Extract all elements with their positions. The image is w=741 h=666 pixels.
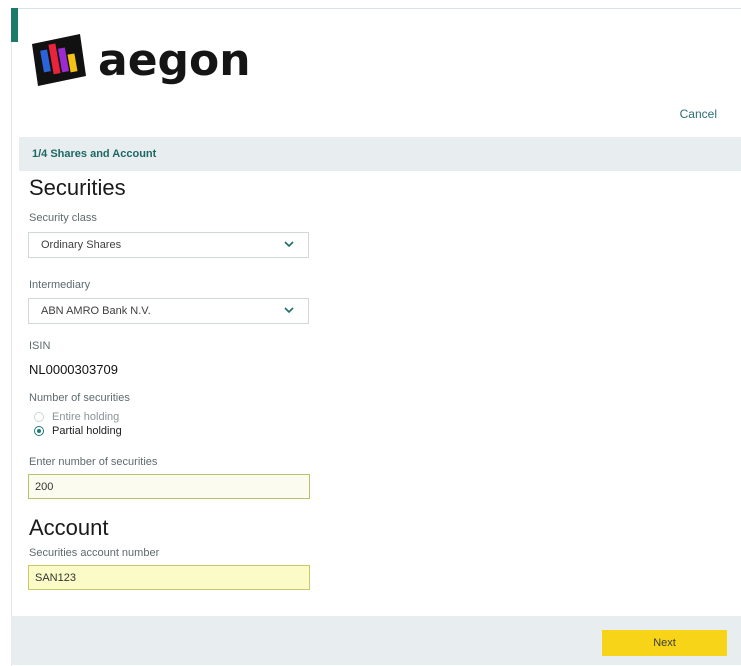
number-of-securities-input[interactable] [28, 474, 310, 499]
aegon-logo-icon [32, 34, 86, 86]
radio-entire-holding[interactable]: Entire holding [34, 411, 119, 423]
number-of-securities-label: Number of securities [29, 392, 130, 404]
security-class-value: Ordinary Shares [41, 239, 122, 251]
account-number-input[interactable] [28, 565, 310, 590]
radio-partial-holding[interactable]: Partial holding [34, 425, 122, 437]
intermediary-label: Intermediary [29, 279, 91, 291]
radio-label: Entire holding [52, 411, 120, 423]
isin-value: NL0000303709 [29, 362, 118, 377]
aegon-logo: aegon [30, 32, 251, 88]
enter-number-label: Enter number of securities [29, 456, 158, 468]
step-indicator: 1/4 Shares and Account [32, 148, 157, 160]
chevron-down-icon [284, 241, 294, 248]
account-number-label: Securities account number [29, 547, 160, 559]
radio-label: Partial holding [52, 425, 122, 437]
cancel-link[interactable]: Cancel [680, 107, 717, 121]
accent-tab [11, 8, 18, 42]
radio-button[interactable] [34, 412, 44, 422]
account-heading: Account [29, 515, 109, 540]
radio-button-selected[interactable] [34, 426, 44, 436]
securities-heading: Securities [29, 175, 126, 200]
security-class-label: Security class [29, 212, 97, 224]
security-class-select[interactable]: Ordinary Shares [28, 232, 309, 258]
intermediary-select[interactable]: ABN AMRO Bank N.V. [28, 298, 309, 324]
next-button[interactable]: Next [602, 630, 727, 656]
step-bar: 1/4 Shares and Account [19, 137, 741, 171]
chevron-down-icon [284, 307, 294, 314]
isin-label: ISIN [29, 340, 51, 352]
brand-name: aegon [98, 34, 251, 86]
intermediary-value: ABN AMRO Bank N.V. [41, 305, 151, 317]
